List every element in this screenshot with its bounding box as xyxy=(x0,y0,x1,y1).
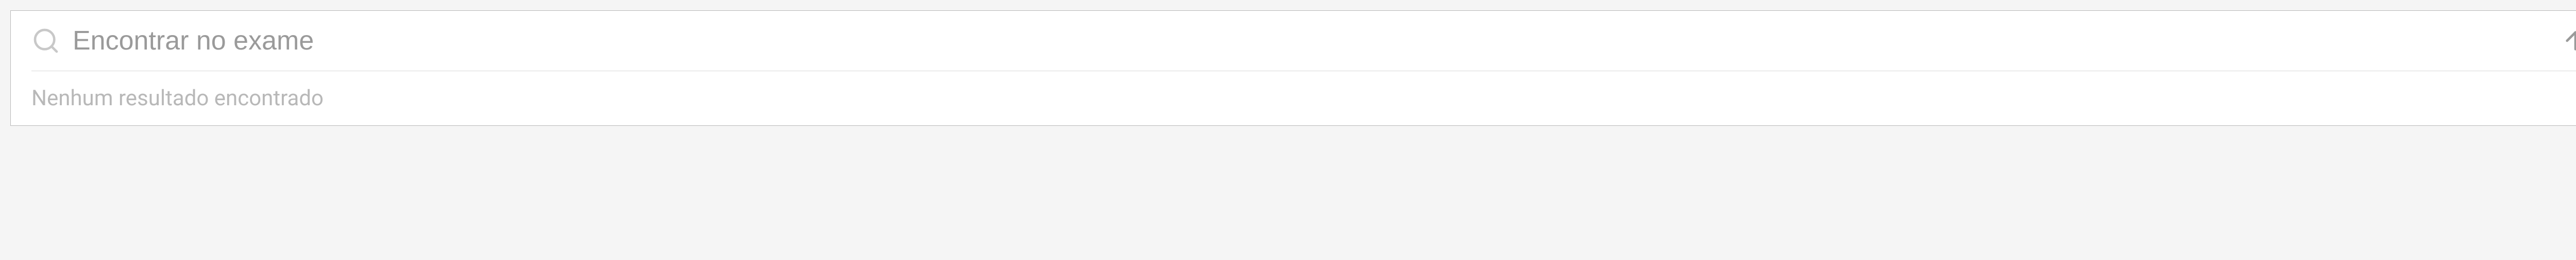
arrow-up-icon[interactable] xyxy=(2561,26,2576,55)
search-panel: Nenhum resultado encontrado xyxy=(10,10,2576,126)
search-row xyxy=(31,25,2576,71)
search-icon xyxy=(31,26,60,55)
search-input[interactable] xyxy=(73,25,2549,56)
status-message: Nenhum resultado encontrado xyxy=(31,86,324,111)
status-row: Nenhum resultado encontrado xyxy=(31,71,2576,111)
action-icons xyxy=(2561,26,2576,55)
